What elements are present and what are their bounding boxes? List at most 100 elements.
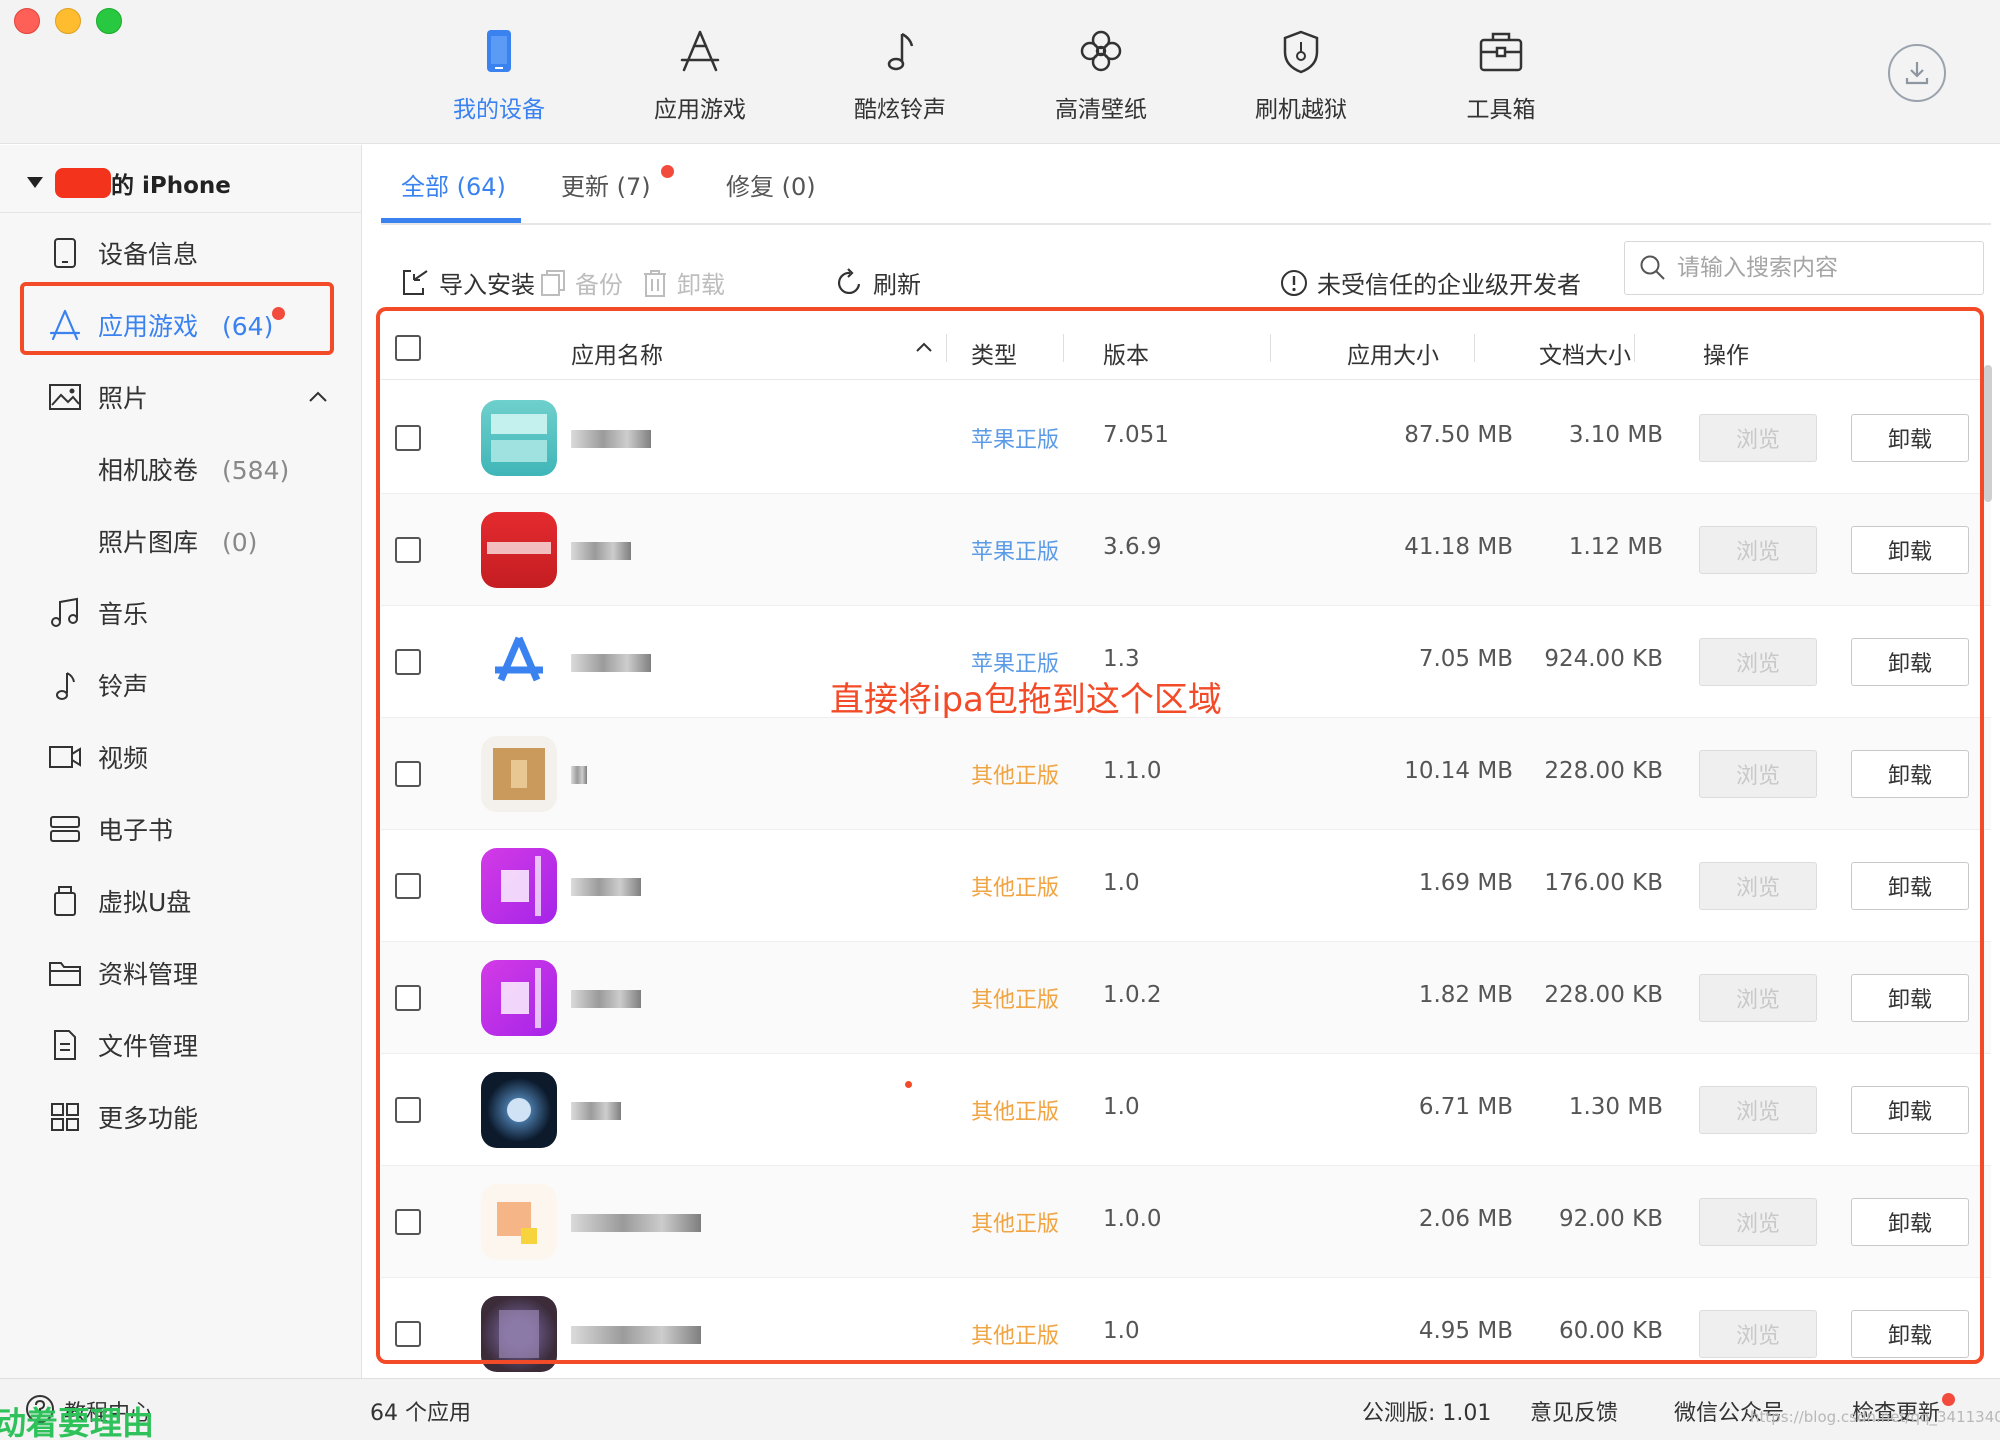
import-install-button[interactable]: 导入安装 bbox=[401, 265, 535, 300]
nav-label: 工具箱 bbox=[1466, 97, 1536, 123]
nav-wallpapers[interactable]: 高清壁纸 bbox=[1026, 26, 1176, 126]
row-checkbox[interactable] bbox=[395, 1209, 421, 1235]
untrusted-developer-link[interactable]: 未受信任的企业级开发者 bbox=[1279, 265, 1581, 300]
backup-button[interactable]: 备份 bbox=[539, 265, 623, 300]
refresh-button[interactable]: 刷新 bbox=[835, 265, 921, 300]
sort-asc-icon[interactable] bbox=[915, 341, 933, 353]
tab-updates[interactable]: 更新 (7) bbox=[561, 167, 651, 202]
row-checkbox[interactable] bbox=[395, 649, 421, 675]
sidebar-item-data-management[interactable]: 资料管理 bbox=[0, 941, 362, 1005]
uninstall-button[interactable]: 卸载 bbox=[1851, 1086, 1969, 1134]
feedback-link[interactable]: 意见反馈 bbox=[1530, 1395, 1618, 1427]
col-header-doc-size[interactable]: 文档大小 bbox=[1539, 336, 1631, 370]
col-header-type[interactable]: 类型 bbox=[971, 336, 1017, 370]
col-header-version[interactable]: 版本 bbox=[1103, 336, 1149, 370]
uninstall-button[interactable]: 卸载 bbox=[1851, 414, 1969, 462]
close-window-button[interactable] bbox=[14, 8, 40, 34]
sidebar-item-device-info[interactable]: 设备信息 bbox=[0, 221, 362, 285]
uninstall-button[interactable]: 卸载 bbox=[1851, 1310, 1969, 1358]
row-checkbox[interactable] bbox=[395, 761, 421, 787]
nav-label: 刷机越狱 bbox=[1255, 97, 1347, 123]
sidebar-item-camera-roll[interactable]: 相机胶卷 (584) bbox=[0, 437, 362, 501]
row-checkbox[interactable] bbox=[395, 985, 421, 1011]
maximize-window-button[interactable] bbox=[96, 8, 122, 34]
uninstall-button[interactable]: 卸载 bbox=[1851, 750, 1969, 798]
music-icon bbox=[48, 596, 82, 630]
sidebar-item-photos[interactable]: 照片 bbox=[0, 365, 362, 429]
select-all-checkbox[interactable] bbox=[395, 335, 421, 361]
music-note-icon bbox=[48, 668, 82, 702]
uninstall-toolbar-button[interactable]: 卸载 bbox=[641, 265, 725, 300]
browse-button[interactable]: 浏览 bbox=[1699, 1198, 1817, 1246]
search-box[interactable] bbox=[1624, 241, 1984, 295]
table-row[interactable]: 其他正版 1.0 4.95 MB 60.00 KB 浏览 卸载 bbox=[381, 1278, 1991, 1390]
browse-button[interactable]: 浏览 bbox=[1699, 1086, 1817, 1134]
sidebar-item-label: 电子书 bbox=[98, 816, 174, 845]
tab-repair[interactable]: 修复 (0) bbox=[726, 167, 816, 202]
sidebar-item-virtual-udisk[interactable]: 虚拟U盘 bbox=[0, 869, 362, 933]
col-header-name[interactable]: 应用名称 bbox=[571, 336, 663, 370]
table-scrollbar[interactable] bbox=[1984, 365, 1992, 502]
nav-apps-games[interactable]: 应用游戏 bbox=[625, 26, 775, 126]
chevron-up-icon[interactable] bbox=[308, 388, 328, 407]
browse-button[interactable]: 浏览 bbox=[1699, 862, 1817, 910]
sidebar-item-file-management[interactable]: 文件管理 bbox=[0, 1013, 362, 1077]
row-checkbox[interactable] bbox=[395, 1097, 421, 1123]
sidebar-item-ebooks[interactable]: 电子书 bbox=[0, 797, 362, 861]
browse-button[interactable]: 浏览 bbox=[1699, 526, 1817, 574]
app-icon bbox=[481, 1072, 557, 1148]
app-name-redacted bbox=[571, 766, 587, 784]
nav-ringtones[interactable]: 酷炫铃声 bbox=[825, 26, 975, 126]
row-checkbox[interactable] bbox=[395, 1321, 421, 1347]
uninstall-button[interactable]: 卸载 bbox=[1851, 974, 1969, 1022]
table-row[interactable]: 其他正版 1.0 1.69 MB 176.00 KB 浏览 卸载 bbox=[381, 830, 1991, 942]
download-button[interactable] bbox=[1888, 44, 1946, 102]
browse-button[interactable]: 浏览 bbox=[1699, 974, 1817, 1022]
sidebar-item-apps[interactable]: 应用游戏 (64) bbox=[0, 293, 362, 357]
uninstall-button[interactable]: 卸载 bbox=[1851, 1198, 1969, 1246]
app-size: 1.82 MB bbox=[1418, 982, 1513, 1008]
nav-jailbreak[interactable]: 刷机越狱 bbox=[1226, 26, 1376, 126]
col-header-app-size[interactable]: 应用大小 bbox=[1347, 336, 1439, 370]
status-bar: 教程中心 64 个应用 公测版: 1.01 意见反馈 微信公众号 检查更新 bbox=[0, 1378, 2000, 1440]
tab-all[interactable]: 全部 (64) bbox=[401, 167, 506, 202]
table-row[interactable]: 其他正版 1.0.2 1.82 MB 228.00 KB 浏览 卸载 bbox=[381, 942, 1991, 1054]
sidebar-item-video[interactable]: 视频 bbox=[0, 725, 362, 789]
row-checkbox[interactable] bbox=[395, 873, 421, 899]
row-checkbox[interactable] bbox=[395, 425, 421, 451]
app-type: 苹果正版 bbox=[971, 540, 1060, 565]
sidebar-item-music[interactable]: 音乐 bbox=[0, 581, 362, 645]
app-table: 应用名称 类型 版本 应用大小 文档大小 操作 苹果正版 7.051 87.50 M… bbox=[381, 318, 1991, 1390]
table-row[interactable]: 其他正版 1.1.0 10.14 MB 228.00 KB 浏览 卸载 bbox=[381, 718, 1991, 830]
browse-button[interactable]: 浏览 bbox=[1699, 414, 1817, 462]
nav-my-device[interactable]: 我的设备 bbox=[424, 26, 574, 126]
browse-button[interactable]: 浏览 bbox=[1699, 1310, 1817, 1358]
uninstall-button[interactable]: 卸载 bbox=[1851, 862, 1969, 910]
document-icon bbox=[48, 1028, 82, 1062]
camera-roll-count: (584) bbox=[222, 456, 290, 485]
nav-toolbox[interactable]: 工具箱 bbox=[1426, 26, 1576, 126]
table-row[interactable]: 其他正版 1.0 6.71 MB 1.30 MB 浏览 卸载 bbox=[381, 1054, 1991, 1166]
browse-button[interactable]: 浏览 bbox=[1699, 638, 1817, 686]
table-row[interactable]: 其他正版 1.0.0 2.06 MB 92.00 KB 浏览 卸载 bbox=[381, 1166, 1991, 1278]
sidebar-item-more-features[interactable]: 更多功能 bbox=[0, 1085, 362, 1149]
device-header[interactable]: 的 iPhone bbox=[0, 153, 362, 213]
uninstall-button[interactable]: 卸载 bbox=[1851, 638, 1969, 686]
column-divider bbox=[1634, 334, 1635, 362]
sidebar-item-ringtones[interactable]: 铃声 bbox=[0, 653, 362, 717]
uninstall-button[interactable]: 卸载 bbox=[1851, 526, 1969, 574]
minimize-window-button[interactable] bbox=[55, 8, 81, 34]
image-icon bbox=[48, 380, 82, 414]
photo-library-count: (0) bbox=[222, 528, 258, 557]
app-icon bbox=[481, 400, 557, 476]
app-icon bbox=[481, 1296, 557, 1372]
table-row[interactable]: 苹果正版 7.051 87.50 MB 3.10 MB 浏览 卸载 bbox=[381, 382, 1991, 494]
search-input[interactable] bbox=[1677, 255, 1977, 281]
browse-button[interactable]: 浏览 bbox=[1699, 750, 1817, 798]
doc-size: 1.30 MB bbox=[1568, 1094, 1663, 1120]
app-type: 其他正版 bbox=[971, 1100, 1060, 1125]
row-checkbox[interactable] bbox=[395, 537, 421, 563]
table-row[interactable]: 苹果正版 3.6.9 41.18 MB 1.12 MB 浏览 卸载 bbox=[381, 494, 1991, 606]
sidebar-item-photo-library[interactable]: 照片图库 (0) bbox=[0, 509, 362, 573]
app-name-redacted bbox=[571, 990, 641, 1008]
